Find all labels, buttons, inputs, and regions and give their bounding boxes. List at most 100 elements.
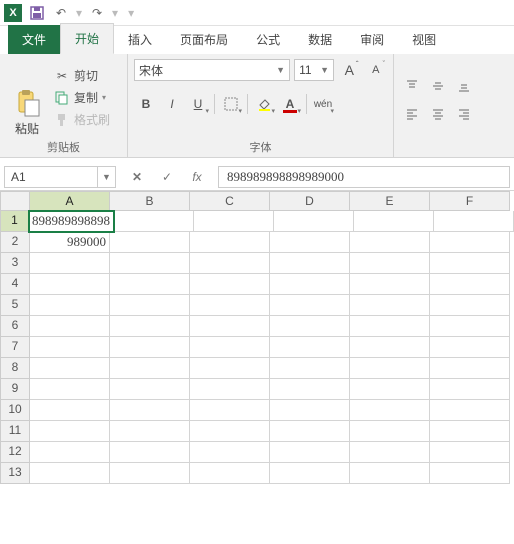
cell-D2[interactable] [270, 232, 350, 253]
tab-home[interactable]: 开始 [60, 23, 114, 54]
tab-formulas[interactable]: 公式 [242, 25, 294, 54]
fx-button[interactable]: fx [184, 166, 210, 188]
row-header[interactable]: 9 [0, 379, 30, 400]
cell-F13[interactable] [430, 463, 510, 484]
cell-E5[interactable] [350, 295, 430, 316]
cell-F1[interactable] [434, 211, 514, 232]
cell-E4[interactable] [350, 274, 430, 295]
cell-E2[interactable] [350, 232, 430, 253]
cell-E9[interactable] [350, 379, 430, 400]
column-header[interactable]: C [190, 191, 270, 211]
cell-C5[interactable] [190, 295, 270, 316]
column-header[interactable]: D [270, 191, 350, 211]
tab-layout[interactable]: 页面布局 [166, 25, 242, 54]
cell-E7[interactable] [350, 337, 430, 358]
tab-review[interactable]: 审阅 [346, 25, 398, 54]
cell-A12[interactable] [30, 442, 110, 463]
align-top-button[interactable] [400, 74, 424, 98]
cell-E10[interactable] [350, 400, 430, 421]
cell-D5[interactable] [270, 295, 350, 316]
cell-C9[interactable] [190, 379, 270, 400]
chevron-down-icon[interactable]: ▼ [97, 167, 115, 187]
cell-F5[interactable] [430, 295, 510, 316]
border-button[interactable]: ▾ [219, 92, 243, 116]
row-header[interactable]: 2 [0, 232, 30, 253]
tab-file[interactable]: 文件 [8, 25, 60, 54]
column-header[interactable]: E [350, 191, 430, 211]
font-color-button[interactable]: A▾ [278, 92, 302, 116]
cell-D3[interactable] [270, 253, 350, 274]
paste-button[interactable]: 粘贴 [6, 58, 48, 137]
cell-C12[interactable] [190, 442, 270, 463]
cell-C10[interactable] [190, 400, 270, 421]
format-painter-button[interactable]: 格式刷 [52, 110, 112, 129]
row-header[interactable]: 7 [0, 337, 30, 358]
cell-F9[interactable] [430, 379, 510, 400]
italic-button[interactable]: I [160, 92, 184, 116]
row-header[interactable]: 10 [0, 400, 30, 421]
cell-F8[interactable] [430, 358, 510, 379]
cell-A11[interactable] [30, 421, 110, 442]
row-header[interactable]: 5 [0, 295, 30, 316]
cell-A2[interactable]: 989000 [30, 232, 110, 253]
cell-E12[interactable] [350, 442, 430, 463]
row-header[interactable]: 12 [0, 442, 30, 463]
cell-F2[interactable] [430, 232, 510, 253]
tab-view[interactable]: 视图 [398, 25, 450, 54]
cell-A8[interactable] [30, 358, 110, 379]
cell-C1[interactable] [194, 211, 274, 232]
align-right-button[interactable] [452, 102, 476, 126]
increase-font-button[interactable]: Aˆ [338, 58, 360, 82]
cell-D12[interactable] [270, 442, 350, 463]
cell-F7[interactable] [430, 337, 510, 358]
cell-D6[interactable] [270, 316, 350, 337]
cell-B1[interactable] [114, 211, 194, 232]
cell-C2[interactable] [190, 232, 270, 253]
row-header[interactable]: 1 [0, 211, 29, 232]
cell-B2[interactable] [110, 232, 190, 253]
cell-E13[interactable] [350, 463, 430, 484]
cell-C8[interactable] [190, 358, 270, 379]
cell-D4[interactable] [270, 274, 350, 295]
cell-D8[interactable] [270, 358, 350, 379]
cell-E6[interactable] [350, 316, 430, 337]
cell-B8[interactable] [110, 358, 190, 379]
cell-A3[interactable] [30, 253, 110, 274]
cell-B11[interactable] [110, 421, 190, 442]
align-center-button[interactable] [426, 102, 450, 126]
align-left-button[interactable] [400, 102, 424, 126]
cell-D9[interactable] [270, 379, 350, 400]
font-size-dropdown[interactable]: 11▼ [294, 59, 334, 81]
bold-button[interactable]: B [134, 92, 158, 116]
cell-A13[interactable] [30, 463, 110, 484]
copy-button[interactable]: 复制 ▾ [52, 88, 112, 107]
cell-C4[interactable] [190, 274, 270, 295]
phonetic-button[interactable]: wén▾ [311, 92, 335, 116]
cell-F10[interactable] [430, 400, 510, 421]
cell-C3[interactable] [190, 253, 270, 274]
cell-C13[interactable] [190, 463, 270, 484]
enter-formula-button[interactable]: ✓ [154, 166, 180, 188]
row-header[interactable]: 11 [0, 421, 30, 442]
row-header[interactable]: 6 [0, 316, 30, 337]
cell-D13[interactable] [270, 463, 350, 484]
cell-D7[interactable] [270, 337, 350, 358]
cell-A10[interactable] [30, 400, 110, 421]
cell-B12[interactable] [110, 442, 190, 463]
decrease-font-button[interactable]: Aˇ [365, 58, 387, 82]
select-all-corner[interactable] [0, 191, 30, 211]
font-name-dropdown[interactable]: 宋体▼ [134, 59, 290, 81]
cell-F11[interactable] [430, 421, 510, 442]
tab-data[interactable]: 数据 [294, 25, 346, 54]
cell-B7[interactable] [110, 337, 190, 358]
cell-E1[interactable] [354, 211, 434, 232]
cell-C11[interactable] [190, 421, 270, 442]
cell-F3[interactable] [430, 253, 510, 274]
row-header[interactable]: 13 [0, 463, 30, 484]
cell-A5[interactable] [30, 295, 110, 316]
row-header[interactable]: 4 [0, 274, 30, 295]
row-header[interactable]: 3 [0, 253, 30, 274]
cell-D1[interactable] [274, 211, 354, 232]
align-bottom-button[interactable] [452, 74, 476, 98]
cell-E8[interactable] [350, 358, 430, 379]
